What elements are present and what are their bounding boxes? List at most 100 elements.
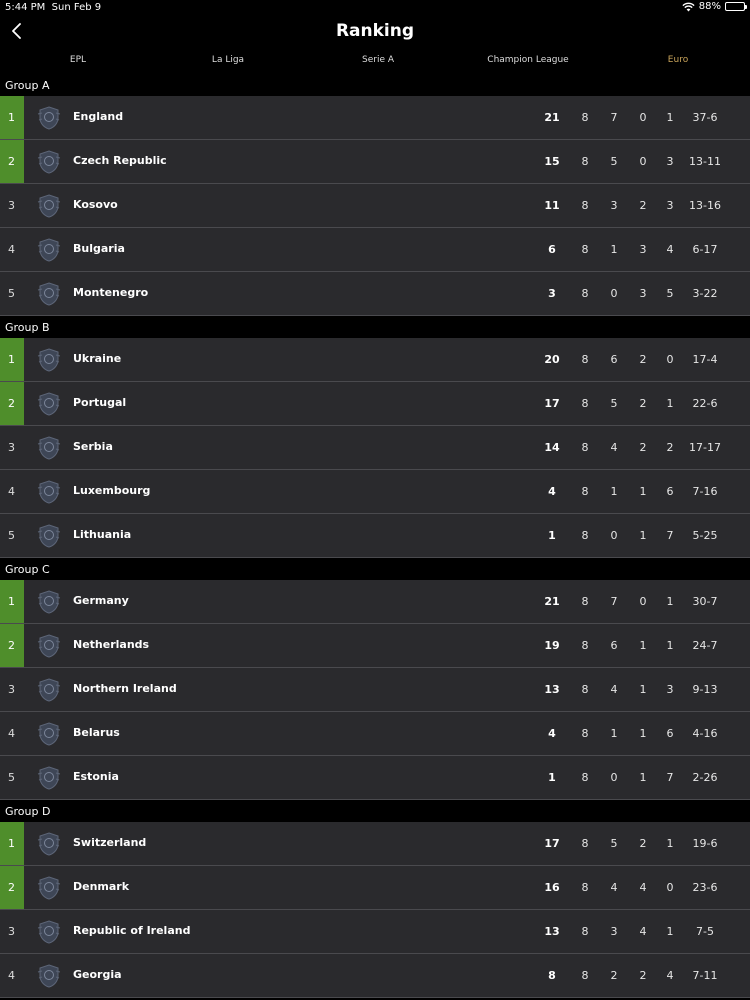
group-header: Group B: [0, 316, 750, 338]
table-row[interactable]: 1 Germany 21 8 7 0 1 30-7: [0, 580, 750, 624]
tab-la-liga[interactable]: La Liga: [212, 55, 244, 65]
table-row[interactable]: 2 Czech Republic 15 8 5 0 3 13-11: [0, 140, 750, 184]
tab-epl[interactable]: EPL: [70, 55, 86, 65]
team-name: Lithuania: [73, 528, 132, 541]
lost-cell: 7: [666, 529, 674, 542]
group-header: Group C: [0, 558, 750, 580]
team-name: Czech Republic: [73, 154, 167, 167]
table-row[interactable]: 1 Switzerland 17 8 5 2 1 19-6: [0, 822, 750, 866]
team-name: England: [73, 110, 124, 123]
table-row[interactable]: 4 Luxembourg 4 8 1 1 6 7-16: [0, 470, 750, 514]
goals-cell: 7-11: [692, 969, 718, 982]
table-row[interactable]: 1 Ukraine 20 8 6 2 0 17-4: [0, 338, 750, 382]
rank-cell: 5: [8, 771, 15, 784]
goals-cell: 13-16: [689, 199, 721, 212]
status-clock: 5:44 PM: [5, 2, 46, 13]
table-row[interactable]: 2 Portugal 17 8 5 2 1 22-6: [0, 382, 750, 426]
tab-champion-league[interactable]: Champion League: [487, 55, 568, 65]
team-crest-icon: [36, 589, 62, 615]
team-name: Kosovo: [73, 198, 118, 211]
rank-cell: 3: [8, 683, 15, 696]
lost-cell: 1: [666, 639, 674, 652]
group-header: Group A: [0, 74, 750, 96]
team-crest-icon: [36, 963, 62, 989]
rank-cell-qualified: 1: [0, 580, 24, 623]
goals-cell: 19-6: [692, 837, 718, 850]
tab-serie-a[interactable]: Serie A: [362, 55, 394, 65]
status-time: 5:44 PM Sun Feb 9: [5, 2, 101, 13]
team-crest-icon: [36, 677, 62, 703]
team-crest-icon: [36, 435, 62, 461]
team-name: Ukraine: [73, 352, 122, 365]
team-name: Montenegro: [73, 286, 149, 299]
league-tabs: EPL La Liga Serie A Champion League Euro: [0, 52, 750, 70]
goals-cell: 23-6: [692, 881, 718, 894]
table-row[interactable]: 2 Netherlands 19 8 6 1 1 24-7: [0, 624, 750, 668]
table-row[interactable]: 3 Serbia 14 8 4 2 2 17-17: [0, 426, 750, 470]
rank-cell-qualified: 1: [0, 338, 24, 381]
rank-cell: 3: [8, 199, 15, 212]
goals-cell: 6-17: [692, 243, 718, 256]
table-row[interactable]: 3 Kosovo 11 8 3 2 3 13-16: [0, 184, 750, 228]
table-row[interactable]: 4 Belarus 4 8 1 1 6 4-16: [0, 712, 750, 756]
rank-cell-qualified: 2: [0, 140, 24, 183]
team-name: Germany: [73, 594, 129, 607]
table-row[interactable]: 3 Northern Ireland 13 8 4 1 3 9-13: [0, 668, 750, 712]
goals-cell: 7-16: [692, 485, 718, 498]
rank-cell: 3: [8, 441, 15, 454]
lost-cell: 4: [666, 969, 674, 982]
rank-cell: 4: [8, 727, 15, 740]
rank-cell-qualified: 2: [0, 624, 24, 667]
goals-cell: 17-17: [689, 441, 721, 454]
team-crest-icon: [36, 721, 62, 747]
status-date: Sun Feb 9: [51, 2, 102, 13]
team-name: Republic of Ireland: [73, 924, 191, 937]
rank-cell: 4: [8, 969, 15, 982]
group-header: Group D: [0, 800, 750, 822]
standings-table: Group A 1 England 21 8 7 0 1 37-6 2 Czech Republic…: [0, 74, 750, 998]
battery-percent: 88%: [698, 1, 721, 12]
table-row[interactable]: 2 Denmark 16 8 4 4 0 23-6: [0, 866, 750, 910]
team-crest-icon: [36, 523, 62, 549]
goals-cell: 24-7: [692, 639, 718, 652]
goals-cell: 13-11: [689, 155, 721, 168]
table-row[interactable]: 4 Bulgaria 6 8 1 3 4 6-17: [0, 228, 750, 272]
lost-cell: 3: [666, 199, 674, 212]
table-row[interactable]: 4 Georgia 8 8 2 2 4 7-11: [0, 954, 750, 998]
lost-cell: 3: [666, 155, 674, 168]
lost-cell: 7: [666, 771, 674, 784]
table-row[interactable]: 5 Estonia 1 8 0 1 7 2-26: [0, 756, 750, 800]
lost-cell: 3: [666, 683, 674, 696]
tab-euro[interactable]: Euro: [668, 55, 688, 65]
goals-cell: 17-4: [692, 353, 718, 366]
page-title: Ranking: [335, 21, 415, 41]
rank-cell: 3: [8, 925, 15, 938]
goals-cell: 5-25: [692, 529, 718, 542]
goals-cell: 2-26: [692, 771, 718, 784]
goals-cell: 4-16: [692, 727, 718, 740]
lost-cell: 6: [666, 485, 674, 498]
team-name: Estonia: [73, 770, 119, 783]
lost-cell: 1: [666, 837, 674, 850]
table-row[interactable]: 5 Montenegro 3 8 0 3 5 3-22: [0, 272, 750, 316]
rank-cell: 5: [8, 287, 15, 300]
team-name: Georgia: [73, 968, 122, 981]
battery-icon: [725, 2, 747, 11]
team-name: Netherlands: [73, 638, 150, 651]
status-indicators: 88%: [682, 1, 747, 12]
rank-cell-qualified: 2: [0, 382, 24, 425]
team-crest-icon: [36, 105, 62, 131]
team-crest-icon: [36, 149, 62, 175]
goals-cell: 30-7: [692, 595, 718, 608]
table-row[interactable]: 5 Lithuania 1 8 0 1 7 5-25: [0, 514, 750, 558]
table-row[interactable]: 1 England 21 8 7 0 1 37-6: [0, 96, 750, 140]
lost-cell: 1: [666, 925, 674, 938]
table-row[interactable]: 3 Republic of Ireland 13 8 3 4 1 7-5: [0, 910, 750, 954]
rank-cell: 4: [8, 485, 15, 498]
team-crest-icon: [36, 765, 62, 791]
lost-cell: 0: [666, 353, 674, 366]
rank-cell: 4: [8, 243, 15, 256]
rank-cell-qualified: 2: [0, 866, 24, 909]
team-crest-icon: [36, 919, 62, 945]
team-crest-icon: [36, 193, 62, 219]
